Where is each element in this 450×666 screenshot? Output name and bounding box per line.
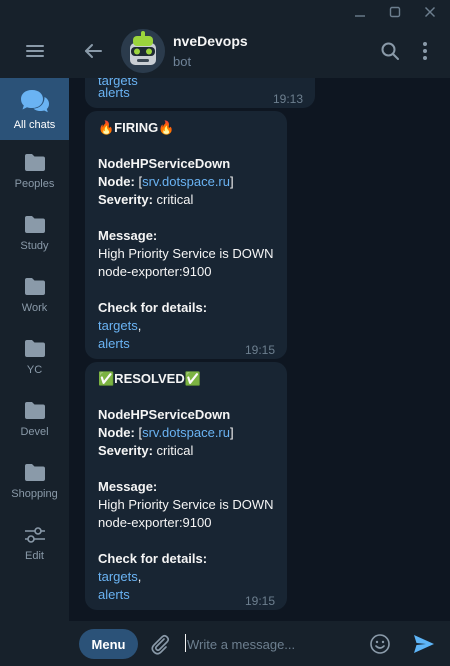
sidebar-edit-folders[interactable]: Edit xyxy=(0,512,69,574)
message-bubble[interactable]: ✅RESOLVED✅ NodeHPServiceDown Node: [srv.… xyxy=(85,362,287,610)
message-time: 19:13 xyxy=(273,92,304,106)
alert-name: NodeHPServiceDown xyxy=(98,156,231,171)
sidebar-folder-devel[interactable]: Devel xyxy=(0,388,69,450)
alert-status: 🔥FIRING🔥 xyxy=(98,120,175,135)
alert-node-line: Node: [srv.dotspace.ru] xyxy=(98,424,274,442)
search-button[interactable] xyxy=(380,41,400,61)
severity-label: Severity: xyxy=(98,443,153,458)
folder-icon xyxy=(24,153,45,171)
sidebar-folder-label: Edit xyxy=(25,549,44,562)
message-text-line: node-exporter:9100 xyxy=(98,264,212,279)
sidebar-folder-label: Work xyxy=(21,301,48,314)
message-bubble[interactable]: 🔥FIRING🔥 NodeHPServiceDown Node: [srv.do… xyxy=(85,111,287,359)
details-label: Check for details: xyxy=(98,300,208,315)
alerts-link[interactable]: alerts xyxy=(98,84,130,102)
sidebar-folder-peoples[interactable]: Peoples xyxy=(0,140,69,202)
attach-button[interactable] xyxy=(149,633,171,655)
bracket-close: ] xyxy=(230,174,234,189)
alert-severity-line: Severity: critical xyxy=(98,442,274,460)
send-icon xyxy=(414,635,434,653)
sidebar-folder-label: Peoples xyxy=(14,177,55,190)
message-list[interactable]: targets alerts 19:13 🔥FIRING🔥 NodeHPServ… xyxy=(69,78,450,620)
text-cursor xyxy=(185,634,186,652)
chat-title: nveDevops xyxy=(173,33,248,49)
smiley-icon xyxy=(370,634,390,654)
close-icon xyxy=(425,7,435,17)
sidebar-folder-label: Shopping xyxy=(11,487,58,500)
chat-subtitle: bot xyxy=(173,54,192,69)
alert-name: NodeHPServiceDown xyxy=(98,407,231,422)
message-input[interactable] xyxy=(187,633,357,655)
sidebar-folder-study[interactable]: Study xyxy=(0,202,69,264)
message-time: 19:15 xyxy=(245,343,276,357)
sidebar-folder-work[interactable]: Work xyxy=(0,264,69,326)
close-window-button[interactable] xyxy=(413,0,447,24)
main-menu-button[interactable] xyxy=(0,24,69,78)
folder-icon xyxy=(24,463,45,481)
bot-menu-button[interactable]: Menu xyxy=(79,629,138,659)
message-label: Message: xyxy=(98,228,158,243)
sidebar-folder-label: YC xyxy=(26,363,43,376)
window-titlebar xyxy=(0,0,450,24)
bot-avatar[interactable] xyxy=(121,29,165,73)
message-text-line: High Priority Service is DOWN xyxy=(98,497,274,512)
chat-header: nveDevops bot xyxy=(69,24,450,78)
message-text-line: High Priority Service is DOWN xyxy=(98,246,274,261)
more-vertical-icon xyxy=(423,42,427,60)
folders-sidebar: All chats Peoples Study Work YC Devel Sh… xyxy=(0,24,69,666)
details-label: Check for details: xyxy=(98,551,208,566)
sidebar-folder-label: Study xyxy=(20,239,49,252)
folder-icon xyxy=(24,277,45,295)
maximize-icon xyxy=(389,6,401,18)
severity-value: critical xyxy=(152,192,194,207)
folder-icon xyxy=(24,401,45,419)
bracket-open: [ xyxy=(134,174,143,189)
maximize-button[interactable] xyxy=(378,0,412,24)
hamburger-icon xyxy=(25,45,44,57)
message-label: Message: xyxy=(98,479,158,494)
targets-link[interactable]: targets xyxy=(98,569,138,584)
more-options-button[interactable] xyxy=(419,39,431,63)
back-arrow-icon xyxy=(85,44,102,58)
sliders-icon xyxy=(24,526,45,543)
alert-node-line: Node: [srv.dotspace.ru] xyxy=(98,173,274,191)
folder-icon xyxy=(24,215,45,233)
minimize-button[interactable] xyxy=(343,0,377,24)
paperclip-icon xyxy=(151,634,170,655)
bracket-open: [ xyxy=(134,425,143,440)
comma: , xyxy=(137,569,142,584)
back-button[interactable] xyxy=(81,39,105,63)
minimize-icon xyxy=(355,15,365,17)
comma: , xyxy=(137,318,142,333)
folder-icon xyxy=(24,339,45,357)
sidebar-folder-all-chats[interactable]: All chats xyxy=(0,78,69,140)
alert-severity-line: Severity: critical xyxy=(98,191,274,209)
sidebar-folder-label: Devel xyxy=(20,425,49,438)
message-composer: Menu xyxy=(69,620,450,666)
sidebar-folder-shopping[interactable]: Shopping xyxy=(0,450,69,512)
node-link[interactable]: srv.dotspace.ru xyxy=(142,425,230,440)
node-label: Node: xyxy=(98,425,135,440)
alert-status: ✅RESOLVED✅ xyxy=(98,371,201,386)
node-link[interactable]: srv.dotspace.ru xyxy=(142,174,230,189)
search-icon xyxy=(381,42,399,60)
severity-value: critical xyxy=(152,443,194,458)
robot-avatar-icon xyxy=(121,29,165,73)
severity-label: Severity: xyxy=(98,192,153,207)
chat-bubbles-icon xyxy=(20,89,49,112)
message-text-line: node-exporter:9100 xyxy=(98,515,212,530)
message-time: 19:15 xyxy=(245,594,276,608)
send-button[interactable] xyxy=(412,632,436,656)
emoji-button[interactable] xyxy=(369,633,391,655)
bracket-close: ] xyxy=(230,425,234,440)
targets-link[interactable]: targets xyxy=(98,318,138,333)
message-bubble[interactable]: targets alerts 19:13 xyxy=(85,78,315,108)
node-label: Node: xyxy=(98,174,135,189)
sidebar-folder-yc[interactable]: YC xyxy=(0,326,69,388)
sidebar-folder-label: All chats xyxy=(13,118,56,131)
